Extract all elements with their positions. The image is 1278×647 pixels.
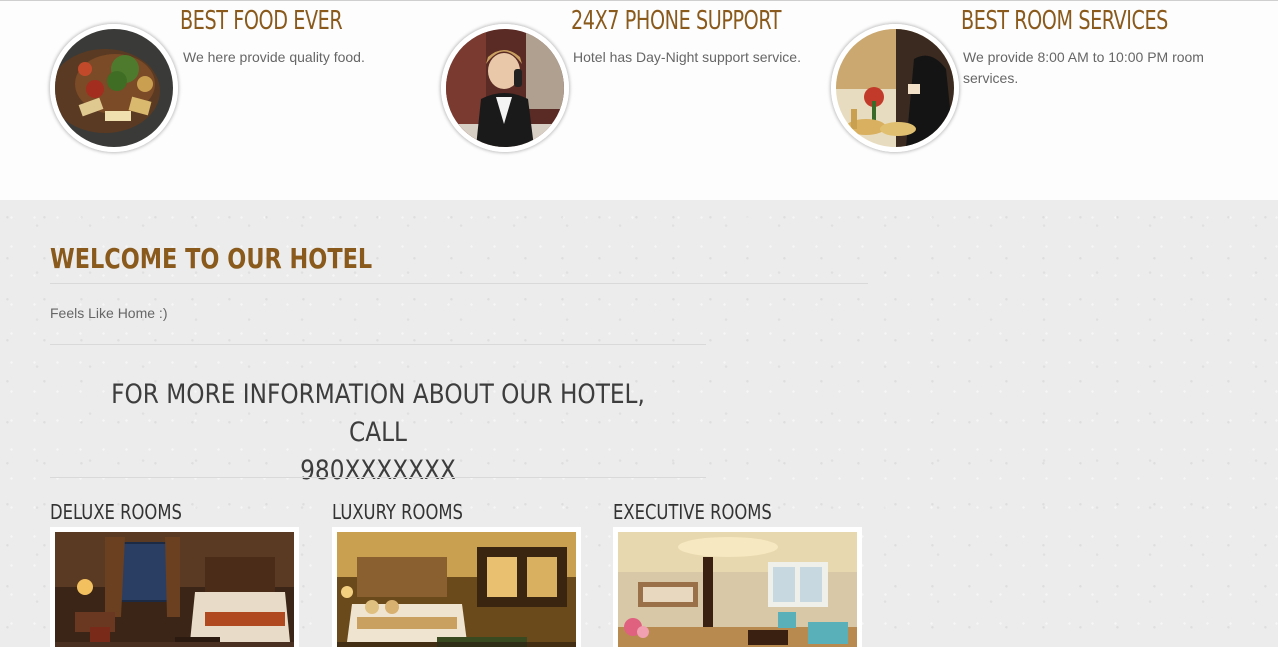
welcome-heading: WELCOME TO OUR HOTEL xyxy=(50,242,373,275)
contact-info-line: FOR MORE INFORMATION ABOUT OUR HOTEL, CA… xyxy=(111,379,645,448)
feature-title: BEST FOOD EVER xyxy=(180,6,343,36)
feature-food: BEST FOOD EVER We here provide quality f… xyxy=(50,1,430,201)
contact-info: FOR MORE INFORMATION ABOUT OUR HOTEL, CA… xyxy=(96,376,660,490)
contact-phone-number: 980XXXXXXX xyxy=(300,455,456,486)
divider xyxy=(50,477,706,478)
feature-phone-support: 24X7 PHONE SUPPORT Hotel has Day-Night s… xyxy=(441,1,821,201)
room-title[interactable]: DELUXE ROOMS xyxy=(50,500,182,526)
feature-description: Hotel has Day-Night support service. xyxy=(573,49,801,65)
receptionist-phone-image xyxy=(441,24,569,152)
food-platter-image xyxy=(50,24,178,152)
feature-description: We provide 8:00 AM to 10:00 PM room serv… xyxy=(963,49,1204,86)
divider xyxy=(50,344,706,345)
luxury-room-image[interactable] xyxy=(332,527,581,647)
features-section: BEST FOOD EVER We here provide quality f… xyxy=(0,0,1278,200)
room-service-image xyxy=(831,24,959,152)
feature-room-service: BEST ROOM SERVICES We provide 8:00 AM to… xyxy=(831,1,1231,201)
room-card-deluxe[interactable]: DELUXE ROOMS xyxy=(50,500,299,647)
deluxe-room-image[interactable] xyxy=(50,527,299,647)
feature-title: 24X7 PHONE SUPPORT xyxy=(571,6,782,36)
room-title[interactable]: EXECUTIVE ROOMS xyxy=(613,500,772,526)
room-card-luxury[interactable]: LUXURY ROOMS xyxy=(332,500,581,647)
executive-room-image[interactable] xyxy=(613,527,862,647)
room-title[interactable]: LUXURY ROOMS xyxy=(332,500,463,526)
feature-description: We here provide quality food. xyxy=(183,49,365,65)
room-card-executive[interactable]: EXECUTIVE ROOMS xyxy=(613,500,862,647)
feature-title: BEST ROOM SERVICES xyxy=(961,6,1168,36)
divider xyxy=(50,283,868,284)
welcome-subtitle: Feels Like Home :) xyxy=(50,305,168,321)
